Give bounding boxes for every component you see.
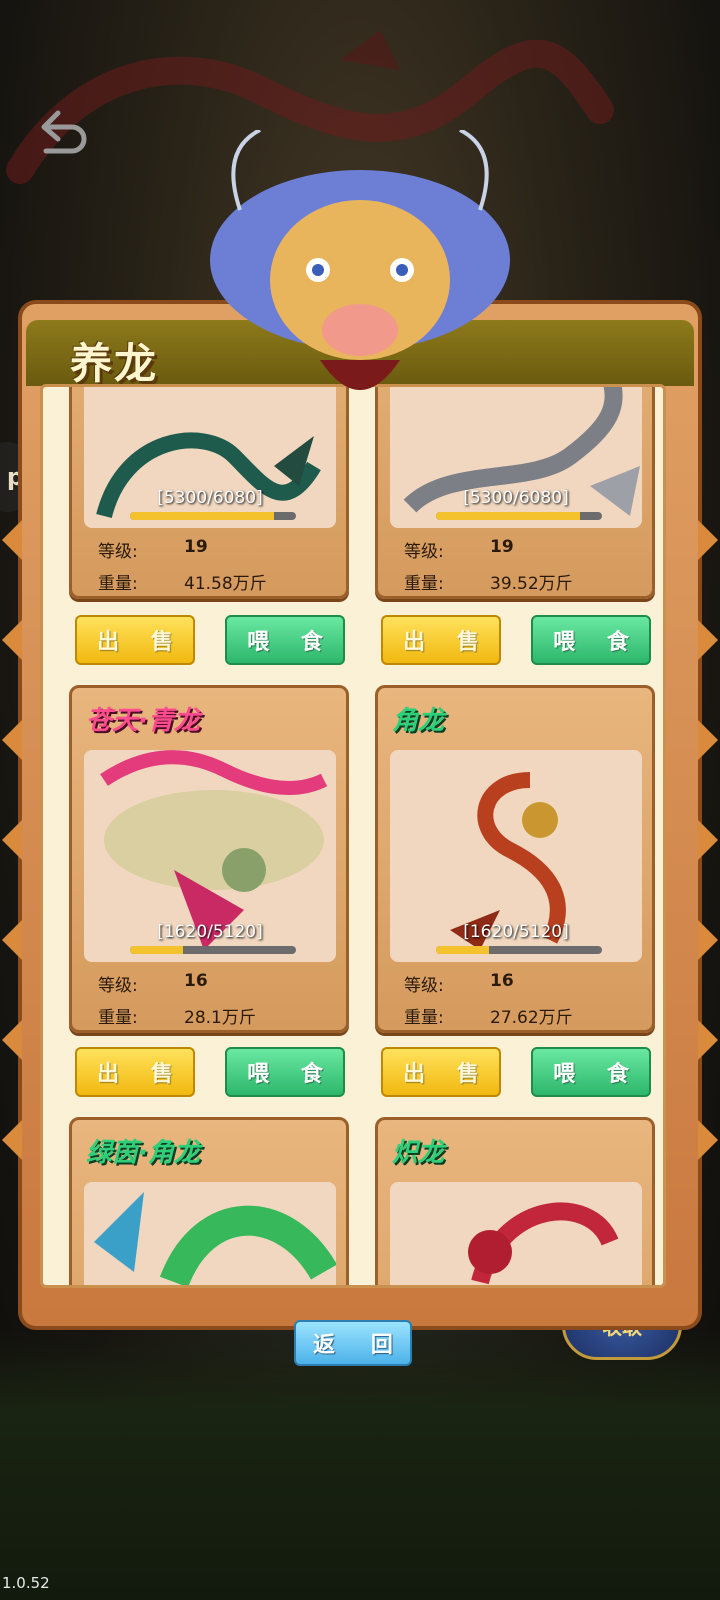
feed-button-label: 喂 食: [247, 630, 335, 655]
sell-button-label: 出 售: [403, 630, 491, 655]
level-label: 等级:: [98, 976, 138, 996]
level-value: 19: [490, 537, 514, 557]
weight-label: 重量:: [404, 1008, 444, 1028]
sell-button[interactable]: 出 售: [75, 615, 195, 665]
dragon-card[interactable]: 角龙 [1620/5120] 等级: 16 重量: 27.62万斤: [375, 685, 655, 1033]
frame-spikes-left: [2, 520, 22, 1160]
growth-progress-label: [5300/6080]: [157, 488, 263, 508]
weight-label: 重量:: [98, 1008, 138, 1028]
weight-row: 重量: 28.1万斤: [98, 1003, 256, 1028]
level-label: 等级:: [404, 976, 444, 996]
weight-value: 39.52万斤: [490, 574, 573, 594]
growth-progress-bar: [130, 512, 296, 520]
sell-button-label: 出 售: [97, 630, 185, 655]
panel-title: 养龙: [70, 339, 159, 388]
feed-button-label: 喂 食: [553, 1062, 641, 1087]
sell-button-label: 出 售: [97, 1062, 185, 1087]
feed-button-label: 喂 食: [553, 630, 641, 655]
frame-spikes-right: [698, 520, 718, 1160]
background-grass: [0, 1330, 720, 1600]
weight-value: 27.62万斤: [490, 1008, 573, 1028]
growth-progress-fill: [436, 946, 490, 954]
dragon-head-ornament: [210, 130, 510, 390]
sell-button[interactable]: 出 售: [75, 1047, 195, 1097]
feed-button[interactable]: 喂 食: [531, 1047, 651, 1097]
dragon-image: [84, 1182, 336, 1285]
level-label: 等级:: [98, 542, 138, 562]
sell-button-label: 出 售: [403, 1062, 491, 1087]
growth-progress-fill: [130, 512, 275, 520]
return-button-label: 返 回: [313, 1333, 407, 1358]
feed-button-label: 喂 食: [247, 1062, 335, 1087]
level-row: 等级: 19: [404, 537, 514, 562]
return-button[interactable]: 返 回: [294, 1320, 412, 1366]
dragon-name: 角龙: [392, 706, 445, 736]
blaze-dragon-illustration: [468, 1202, 619, 1285]
sell-button[interactable]: 出 售: [381, 615, 501, 665]
dragon-list[interactable]: [5300/6080] 等级: 19 重量: 41.58万斤 出 售 喂 食 [53…: [40, 384, 666, 1288]
dragon-image: [1620/5120]: [390, 750, 642, 962]
growth-progress-bar: [436, 512, 602, 520]
dragon-image: [390, 1182, 642, 1285]
level-value: 19: [184, 537, 208, 557]
weight-row: 重量: 39.52万斤: [404, 569, 573, 594]
growth-progress-fill: [130, 946, 184, 954]
growth-progress-label: [5300/6080]: [463, 488, 569, 508]
version-label: 1.0.52: [2, 1574, 50, 1592]
level-value: 16: [184, 971, 208, 991]
sell-button[interactable]: 出 售: [381, 1047, 501, 1097]
green-horned-dragon-illustration: [94, 1192, 336, 1285]
level-row: 等级: 16: [404, 971, 514, 996]
weight-label: 重量:: [404, 574, 444, 594]
dragon-image: [1620/5120]: [84, 750, 336, 962]
dragon-name: 苍天·青龙: [86, 706, 200, 736]
dragon-card[interactable]: 绿茵·角龙: [69, 1117, 349, 1285]
dragon-name: 绿茵·角龙: [86, 1138, 200, 1168]
dragon-card[interactable]: 苍天·青龙 [1620/5120] 等级: 16 重量: 28.1万斤: [69, 685, 349, 1033]
growth-progress-fill: [436, 512, 581, 520]
back-arrow-icon[interactable]: [34, 105, 94, 155]
growth-progress-bar: [130, 946, 296, 954]
feed-button[interactable]: 喂 食: [531, 615, 651, 665]
level-value: 16: [490, 971, 514, 991]
level-row: 等级: 16: [98, 971, 208, 996]
growth-progress-label: [1620/5120]: [157, 922, 263, 942]
growth-progress-label: [1620/5120]: [463, 922, 569, 942]
level-label: 等级:: [404, 542, 444, 562]
weight-row: 重量: 27.62万斤: [404, 1003, 573, 1028]
weight-row: 重量: 41.58万斤: [98, 569, 267, 594]
level-row: 等级: 19: [98, 537, 208, 562]
feed-button[interactable]: 喂 食: [225, 1047, 345, 1097]
weight-label: 重量:: [98, 574, 138, 594]
dragon-card[interactable]: 炽龙: [375, 1117, 655, 1285]
weight-value: 41.58万斤: [184, 574, 267, 594]
weight-value: 28.1万斤: [184, 1008, 256, 1028]
feed-button[interactable]: 喂 食: [225, 615, 345, 665]
dragon-name: 炽龙: [392, 1138, 445, 1168]
growth-progress-bar: [436, 946, 602, 954]
